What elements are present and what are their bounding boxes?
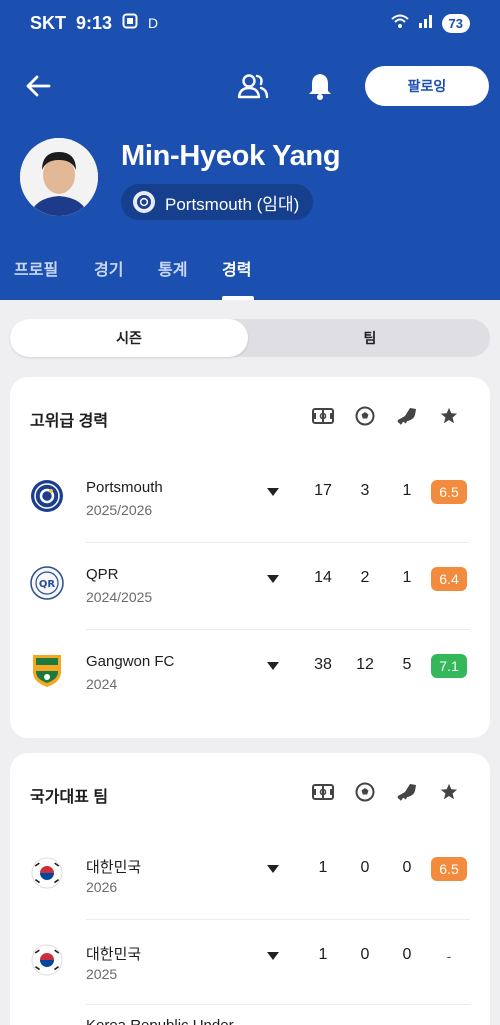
- season-label: 2025: [86, 966, 118, 982]
- appearances-value: 17: [314, 482, 332, 499]
- tab-career[interactable]: 경력: [222, 256, 251, 280]
- team-name: 대한민국: [86, 859, 142, 876]
- south-korea-flag-icon: [28, 941, 66, 979]
- senior-career-title: 고위급 경력: [30, 413, 109, 430]
- expand-caret-icon[interactable]: [266, 572, 280, 586]
- season-label: 2024/2025: [86, 589, 153, 605]
- expand-caret-icon[interactable]: [266, 862, 280, 876]
- national-row-2026[interactable]: 대한민국 2026 1 0 0 6.5: [10, 832, 490, 918]
- career-row-portsmouth[interactable]: Portsmouth 2025/2026 17 3 1 6.5: [10, 455, 490, 541]
- assists-value: 0: [402, 946, 412, 963]
- team-name: Korea Republic Under...: [86, 1017, 245, 1025]
- rating-badge: 7.1: [431, 654, 467, 678]
- battery-indicator: 73: [441, 13, 470, 33]
- rating-badge: 6.4: [431, 567, 467, 591]
- assist-boot-icon: [396, 781, 418, 803]
- portsmouth-crest-icon: [133, 191, 155, 213]
- assist-boot-icon: [396, 405, 418, 427]
- row-divider: [86, 919, 470, 920]
- season-label: 2025/2026: [86, 502, 153, 518]
- tab-matches[interactable]: 경기: [94, 256, 123, 280]
- career-row-qpr[interactable]: QR QPR 2024/2025 14 2 1 6.4: [10, 542, 490, 628]
- clock-label: 9:13: [76, 12, 113, 33]
- profile-header: SKT 9:13 D 73 팔로잉 Min-Hyeok Yang Portsmo…: [0, 0, 500, 300]
- team-name: Portsmouth: [86, 479, 163, 496]
- career-row-gangwon[interactable]: Gangwon FC 2024 38 12 5 7.1: [10, 629, 490, 715]
- rating-star-icon: [438, 405, 460, 427]
- player-name: Min-Hyeok Yang: [121, 140, 341, 172]
- assists-value: 1: [402, 482, 412, 499]
- goals-value: 0: [360, 859, 370, 876]
- goals-value: 3: [360, 482, 370, 499]
- appearances-value: 38: [314, 656, 332, 673]
- rating-badge: 6.5: [431, 480, 467, 504]
- rating-badge: 6.5: [431, 857, 467, 881]
- appearances-icon: [312, 781, 334, 803]
- expand-caret-icon[interactable]: [266, 949, 280, 963]
- south-korea-flag-icon: [28, 854, 66, 892]
- goals-value: 2: [360, 569, 370, 586]
- current-club-label: Portsmouth (임대): [165, 194, 300, 214]
- rating-star-icon: [438, 781, 460, 803]
- status-bar: SKT 9:13 D 73: [0, 0, 500, 46]
- goals-value: 0: [360, 946, 370, 963]
- svg-text:QR: QR: [39, 579, 56, 590]
- appearances-value: 1: [318, 946, 328, 963]
- row-divider: [86, 629, 470, 630]
- season-team-toggle: 시즌 팀: [10, 319, 490, 357]
- team-name: QPR: [86, 566, 119, 583]
- player-avatar: [20, 138, 98, 216]
- status-indicator: D: [148, 15, 159, 31]
- bell-icon: [309, 74, 331, 100]
- assists-value: 1: [402, 569, 412, 586]
- appearances-value: 14: [314, 569, 332, 586]
- gangwon-crest-icon: [28, 651, 66, 689]
- team-name: Gangwon FC: [86, 653, 175, 670]
- portsmouth-crest-icon: [28, 477, 66, 515]
- senior-career-card: 고위급 경력 Portsmouth 2025/2026 17 3 1 6.5 Q…: [10, 377, 490, 738]
- carrier-label: SKT: [30, 12, 66, 33]
- goals-value: 12: [356, 656, 374, 673]
- row-divider: [86, 542, 470, 543]
- screenshot-icon: [122, 13, 138, 34]
- season-segment[interactable]: 시즌: [10, 319, 248, 357]
- wifi-icon: [390, 13, 410, 34]
- following-button[interactable]: 팔로잉: [365, 66, 489, 106]
- expand-caret-icon[interactable]: [266, 659, 280, 673]
- team-segment[interactable]: 팀: [250, 319, 490, 357]
- assists-value: 0: [402, 859, 412, 876]
- goal-ball-icon: [354, 405, 376, 427]
- appearances-icon: [312, 405, 334, 427]
- back-arrow-icon: [26, 75, 51, 97]
- top-action-bar: 팔로잉: [0, 60, 500, 110]
- rating-badge: -: [446, 948, 452, 964]
- goal-ball-icon: [354, 781, 376, 803]
- national-row-2025[interactable]: 대한민국 2025 1 0 0 -: [10, 919, 490, 1005]
- profile-tabs: 프로필 경기 통계 경력: [0, 252, 500, 300]
- expand-caret-icon[interactable]: [266, 485, 280, 499]
- assists-value: 5: [402, 656, 412, 673]
- back-button[interactable]: [20, 68, 56, 104]
- national-team-title: 국가대표 팀: [30, 789, 109, 806]
- people-icon: [237, 74, 269, 99]
- tab-profile[interactable]: 프로필: [14, 256, 58, 280]
- signal-icon: [418, 13, 434, 34]
- notification-button[interactable]: [302, 68, 338, 104]
- row-divider: [86, 1004, 470, 1005]
- season-label: 2024: [86, 676, 118, 692]
- teammates-button[interactable]: [234, 68, 272, 104]
- qpr-crest-icon: QR: [28, 564, 66, 602]
- season-label: 2026: [86, 879, 118, 895]
- national-team-card: 국가대표 팀 대한민국 2026 1 0 0 6.5 대한민국 2025 1 0…: [10, 753, 490, 1025]
- current-club-pill[interactable]: Portsmouth (임대): [121, 184, 314, 220]
- tab-stats[interactable]: 통계: [158, 256, 187, 280]
- team-name: 대한민국: [86, 946, 142, 963]
- active-tab-indicator: [222, 296, 254, 300]
- appearances-value: 1: [318, 859, 328, 876]
